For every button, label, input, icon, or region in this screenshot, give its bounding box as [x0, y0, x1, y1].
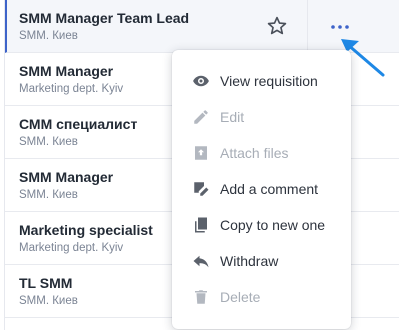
requisition-title: SMM Manager Team Lead	[19, 10, 190, 26]
requisition-subtitle: Marketing dept. Kyiv	[19, 242, 124, 254]
requisition-subtitle: SMM. Киев	[19, 30, 78, 42]
menu-item-copy-to-new[interactable]: Copy to new one	[172, 207, 351, 243]
menu-item-label: Withdraw	[220, 253, 279, 269]
context-menu: View requisition Edit Attach files Add a…	[172, 50, 351, 329]
requisition-title: SMM Manager	[19, 63, 114, 79]
eye-icon	[193, 75, 209, 87]
requisition-title: TL SMM	[19, 275, 73, 291]
menu-item-label: Attach files	[220, 145, 289, 161]
comment-edit-icon	[194, 182, 209, 196]
requisition-title: СММ специалист	[19, 116, 138, 132]
requisition-subtitle: SMM. Киев	[19, 136, 78, 148]
star-icon[interactable]	[266, 15, 288, 37]
trash-icon	[195, 290, 207, 304]
reply-arrow-icon	[193, 255, 209, 268]
menu-item-label: View requisition	[220, 73, 318, 89]
menu-item-view-requisition[interactable]: View requisition	[172, 63, 351, 99]
menu-item-label: Edit	[220, 109, 245, 125]
menu-item-edit[interactable]: Edit	[172, 99, 351, 135]
menu-item-delete[interactable]: Delete	[172, 279, 351, 315]
menu-item-label: Copy to new one	[220, 217, 326, 233]
upload-file-icon	[195, 146, 207, 160]
menu-item-add-comment[interactable]: Add a comment	[172, 171, 351, 207]
requisition-subtitle: SMM. Киев	[19, 189, 78, 201]
more-dots-icon	[331, 25, 349, 29]
menu-item-label: Delete	[220, 289, 261, 305]
requisition-subtitle: Marketing dept. Kyiv	[19, 83, 124, 95]
menu-item-withdraw[interactable]: Withdraw	[172, 243, 351, 279]
requisition-title: SMM Manager	[19, 169, 114, 185]
menu-item-attach-files[interactable]: Attach files	[172, 135, 351, 171]
requisition-title: Marketing specialist	[19, 222, 153, 238]
pencil-icon	[194, 110, 208, 124]
copy-icon	[195, 217, 207, 233]
menu-item-label: Add a comment	[220, 181, 319, 197]
requisition-subtitle: SMM. Киев	[19, 295, 78, 307]
